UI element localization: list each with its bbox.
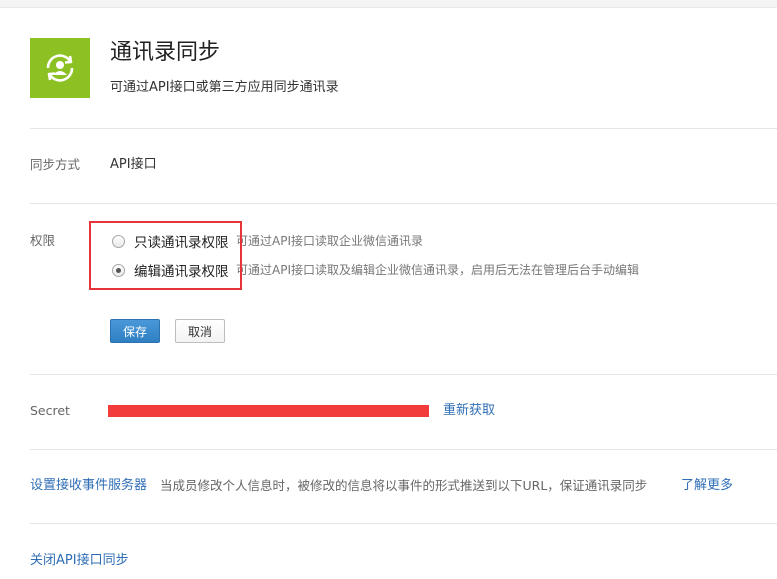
close-api-sync-link[interactable]: 关闭API接口同步 bbox=[30, 551, 129, 571]
page-title: 通讯录同步 bbox=[110, 40, 221, 65]
divider bbox=[30, 374, 777, 375]
sync-method-label: 同步方式 bbox=[30, 157, 81, 172]
radio-readonly-permission[interactable]: 只读通讯录权限 bbox=[112, 231, 229, 251]
secret-label: Secret bbox=[30, 403, 70, 418]
readonly-permission-description: 可通过API接口读取企业微信通讯录 bbox=[236, 234, 423, 248]
radio-label: 只读通讯录权限 bbox=[134, 235, 229, 251]
divider bbox=[30, 523, 777, 524]
set-event-server-link[interactable]: 设置接收事件服务器 bbox=[30, 476, 147, 496]
radio-button[interactable] bbox=[112, 234, 125, 248]
cancel-button[interactable]: 取消 bbox=[175, 319, 225, 343]
event-server-description: 当成员修改个人信息时，被修改的信息将以事件的形式推送到以下URL，保证通讯录同步 bbox=[160, 478, 648, 493]
divider bbox=[30, 203, 777, 204]
radio-button-checked[interactable] bbox=[112, 263, 125, 277]
radio-label: 编辑通讯录权限 bbox=[134, 264, 229, 280]
page-subtitle: 可通过API接口或第三方应用同步通讯录 bbox=[110, 80, 339, 95]
save-button[interactable]: 保存 bbox=[110, 319, 160, 343]
contact-sync-page: 通讯录同步 可通过API接口或第三方应用同步通讯录 同步方式 API接口 权限 … bbox=[0, 0, 777, 579]
radio-edit-permission[interactable]: 编辑通讯录权限 bbox=[112, 260, 229, 280]
learn-more-link[interactable]: 了解更多 bbox=[681, 476, 733, 496]
refresh-secret-link[interactable]: 重新获取 bbox=[443, 401, 495, 421]
secret-redaction bbox=[108, 405, 429, 417]
permission-label: 权限 bbox=[30, 233, 56, 248]
top-border bbox=[0, 0, 777, 8]
sync-method-value: API接口 bbox=[110, 157, 157, 172]
edit-permission-description: 可通过API接口读取及编辑企业微信通讯录，启用后无法在管理后台手动编辑 bbox=[236, 263, 639, 277]
divider bbox=[30, 128, 777, 129]
contact-sync-icon bbox=[30, 38, 90, 98]
divider bbox=[30, 449, 777, 450]
